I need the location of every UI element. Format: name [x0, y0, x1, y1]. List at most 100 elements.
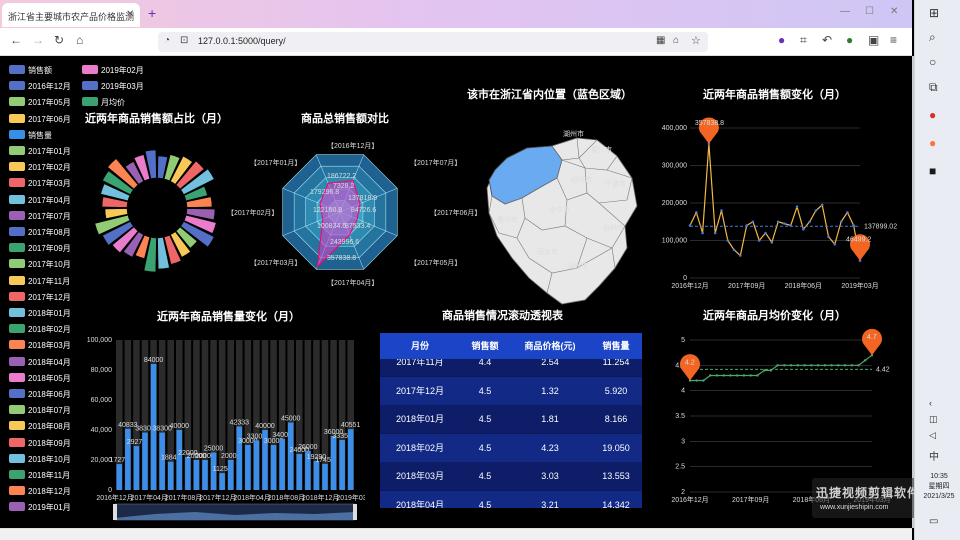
- ime-indicator[interactable]: 中: [929, 448, 939, 463]
- bar[interactable]: [125, 428, 131, 490]
- data-point[interactable]: [742, 374, 746, 377]
- bar[interactable]: [133, 446, 140, 490]
- bar[interactable]: [253, 440, 260, 491]
- horizontal-scrollbar[interactable]: [0, 528, 912, 540]
- table-row[interactable]: 2018年01月 4.5 1.81 8.166: [380, 405, 642, 433]
- bar[interactable]: [245, 445, 251, 490]
- data-point[interactable]: [757, 239, 761, 242]
- bar[interactable]: [279, 439, 285, 490]
- data-point[interactable]: [846, 211, 849, 214]
- bar[interactable]: [339, 439, 345, 490]
- table-row[interactable]: 2018年02月 4.5 4.23 19.050: [380, 433, 642, 462]
- data-point[interactable]: [701, 231, 704, 235]
- data-point[interactable]: [715, 374, 719, 377]
- bar[interactable]: [202, 460, 208, 490]
- data-point[interactable]: [762, 369, 766, 372]
- undo-icon[interactable]: ↶: [822, 33, 832, 47]
- data-point[interactable]: [810, 364, 813, 367]
- close-window-icon[interactable]: ✕: [890, 6, 898, 17]
- firefox-icon[interactable]: ●: [929, 136, 936, 150]
- data-point[interactable]: [808, 220, 811, 224]
- data-point[interactable]: [830, 364, 833, 367]
- qr-code-icon[interactable]: ▦: [656, 35, 665, 46]
- data-point[interactable]: [739, 254, 742, 257]
- price-line[interactable]: [690, 354, 873, 382]
- bar[interactable]: [167, 461, 174, 490]
- search-icon[interactable]: ⌕: [929, 30, 936, 45]
- datazoom-handle-right[interactable]: [353, 504, 357, 520]
- addon-icon[interactable]: ●: [846, 33, 853, 47]
- data-point[interactable]: [814, 209, 818, 212]
- notification-icon[interactable]: ▭: [929, 516, 938, 527]
- bar[interactable]: [313, 461, 320, 490]
- data-point[interactable]: [776, 220, 780, 224]
- data-point[interactable]: [816, 364, 820, 367]
- minimize-icon[interactable]: —: [840, 6, 850, 17]
- data-point[interactable]: [796, 364, 800, 367]
- data-point[interactable]: [756, 374, 759, 377]
- data-point[interactable]: [749, 374, 752, 377]
- bar[interactable]: [116, 464, 123, 490]
- data-point[interactable]: [764, 231, 767, 235]
- bar[interactable]: [142, 432, 148, 490]
- network-icon[interactable]: ◫: [929, 414, 938, 425]
- data-point[interactable]: [839, 220, 843, 224]
- back-icon[interactable]: ←: [10, 33, 22, 47]
- data-point[interactable]: [843, 364, 847, 367]
- address-bar[interactable]: ◔ ⊡ 127.0.0.1:5000/query/ ▦ ⌂ ☆: [158, 32, 708, 52]
- bar[interactable]: [287, 422, 294, 491]
- clock[interactable]: 10:35 星期四 2021/3/25: [921, 472, 957, 502]
- data-point[interactable]: [795, 205, 799, 209]
- data-point[interactable]: [732, 248, 736, 252]
- data-point[interactable]: [776, 364, 779, 367]
- reload-icon[interactable]: ↻: [54, 33, 64, 47]
- max-marker[interactable]: [862, 328, 882, 356]
- data-point[interactable]: [702, 379, 705, 382]
- forward-icon[interactable]: →: [32, 33, 44, 47]
- bar[interactable]: [330, 436, 337, 490]
- table-row[interactable]: 2017年12月 4.5 1.32 5.920: [380, 376, 642, 405]
- min-marker[interactable]: [680, 354, 700, 381]
- data-point[interactable]: [722, 374, 725, 377]
- data-point[interactable]: [729, 374, 732, 377]
- bar[interactable]: [193, 460, 200, 490]
- data-point[interactable]: [820, 203, 824, 207]
- extension-icon[interactable]: ⌂: [673, 35, 679, 46]
- data-point[interactable]: [850, 364, 853, 367]
- bar[interactable]: [347, 429, 354, 490]
- screenshot-icon[interactable]: ⌗: [800, 33, 807, 48]
- bar[interactable]: [322, 463, 328, 490]
- data-point[interactable]: [751, 220, 755, 224]
- bar[interactable]: [236, 426, 243, 490]
- bar[interactable]: [296, 454, 303, 490]
- data-point[interactable]: [783, 222, 786, 225]
- table-row[interactable]: 2018年04月 4.5 3.21 14.342: [380, 490, 642, 508]
- bar[interactable]: [185, 457, 191, 490]
- data-point[interactable]: [857, 364, 860, 367]
- new-tab-icon[interactable]: +: [148, 5, 156, 21]
- data-point[interactable]: [783, 364, 786, 367]
- volume-icon[interactable]: ◁: [929, 430, 936, 441]
- datazoom-handle-left[interactable]: [113, 504, 117, 520]
- data-point[interactable]: [713, 231, 717, 235]
- browser-tab[interactable]: 浙江省主要城市农产品价格监测 ✕: [2, 3, 140, 27]
- chevron-up-icon[interactable]: ‹: [929, 398, 932, 408]
- bar[interactable]: [227, 460, 234, 490]
- data-point[interactable]: [789, 364, 793, 367]
- chrome-icon[interactable]: ●: [929, 108, 936, 122]
- task-view-icon[interactable]: ⧉: [929, 80, 938, 95]
- data-point[interactable]: [720, 209, 723, 212]
- home-icon[interactable]: ⌂: [76, 33, 83, 47]
- close-tab-icon[interactable]: ✕: [126, 9, 134, 20]
- sidebar-icon[interactable]: ▣: [868, 33, 879, 47]
- shield-icon[interactable]: ◔: [164, 35, 170, 46]
- data-point[interactable]: [833, 242, 837, 246]
- data-point[interactable]: [694, 211, 698, 214]
- menu-icon[interactable]: ≡: [890, 33, 897, 47]
- bar[interactable]: [270, 445, 277, 490]
- data-point[interactable]: [803, 364, 806, 367]
- bar[interactable]: [176, 430, 183, 490]
- data-point[interactable]: [695, 379, 698, 382]
- data-point[interactable]: [864, 359, 867, 362]
- table-row[interactable]: 2018年03月 4.5 3.03 13.553: [380, 462, 642, 490]
